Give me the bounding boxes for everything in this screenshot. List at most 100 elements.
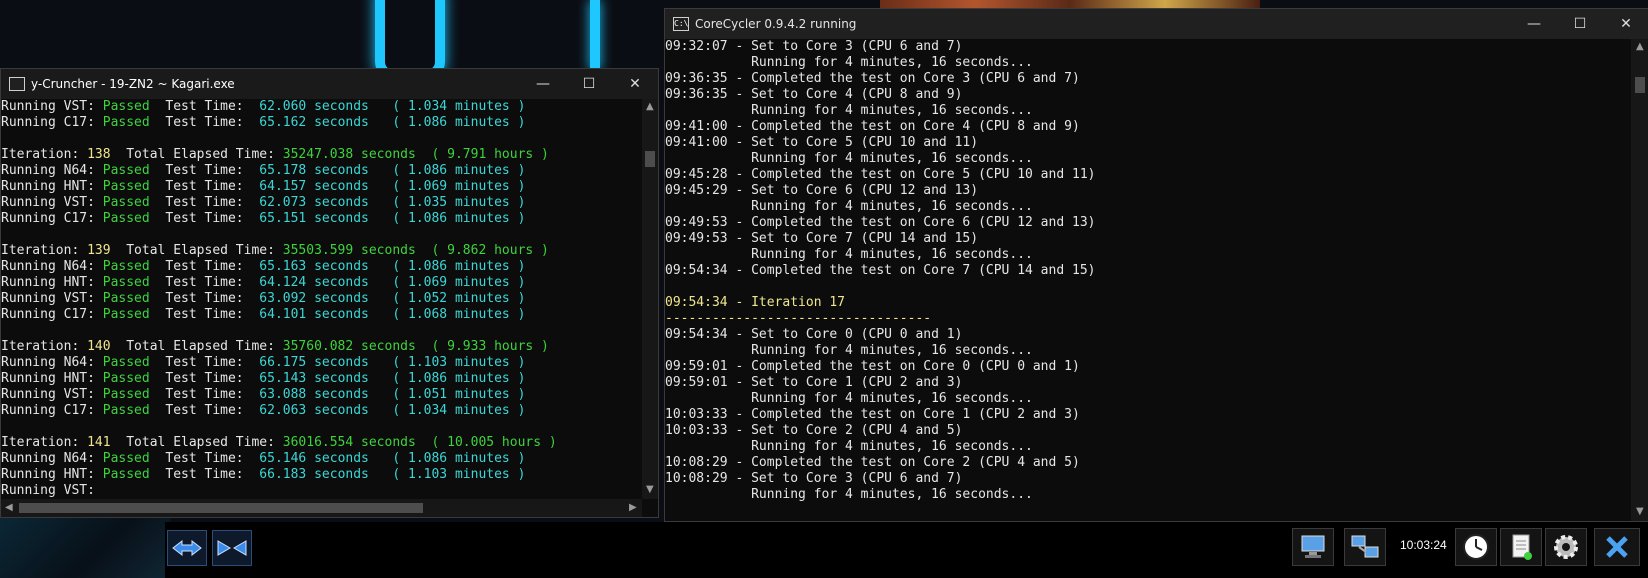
console-text-segment: Running HNT: [1, 467, 103, 482]
console-text-segment: 09:45:28 - Completed the test on Core 5 … [665, 167, 1096, 182]
clock-icon[interactable] [1455, 528, 1497, 566]
console-text-segment: 09:49:53 - Completed the test on Core 6 … [665, 215, 1096, 230]
console-text-segment: Passed [102, 211, 150, 226]
remote-desktop-icon [1301, 535, 1325, 558]
collapse-arrows-icon[interactable] [212, 530, 252, 566]
console-text-segment: Running C17: [1, 403, 103, 418]
remote-desktop-icon[interactable] [1292, 528, 1334, 566]
scroll-down-arrow-icon[interactable]: ▼ [646, 485, 654, 495]
network-computers-icon[interactable] [1344, 528, 1386, 566]
corecycler-vscroll-thumb[interactable] [1635, 77, 1645, 93]
maximize-button[interactable]: ☐ [1557, 9, 1603, 39]
console-text-segment: 62.060 seconds ( 1.034 minutes ) [259, 99, 526, 114]
close-x-icon [1606, 536, 1628, 558]
ycruncher-vertical-scrollbar[interactable]: ▲ ▼ [642, 99, 658, 499]
console-text-segment: 09:36:35 - Completed the test on Core 3 … [665, 71, 1080, 86]
ycruncher-console-line: Iteration: 139 Total Elapsed Time: 35503… [1, 243, 641, 259]
close-x-icon[interactable] [1594, 528, 1640, 566]
ycruncher-horizontal-scrollbar[interactable]: ◀ ▶ [1, 499, 642, 517]
console-text-segment: Running N64: [1, 451, 103, 466]
console-text-segment: Running VST: [1, 291, 103, 306]
corecycler-console-line: Running for 4 minutes, 16 seconds... [665, 199, 1625, 215]
console-text-segment: Test Time: [149, 259, 260, 274]
console-text-segment: Test Time: [149, 99, 260, 114]
corecycler-console-line: 10:03:33 - Set to Core 2 (CPU 4 and 5) [665, 423, 1625, 439]
console-text-segment: Running for 4 minutes, 16 seconds... [665, 151, 1033, 166]
console-text-segment: Test Time: [149, 275, 260, 290]
console-text-segment: Test Time: [149, 403, 260, 418]
ycruncher-hscroll-thumb[interactable] [19, 503, 423, 513]
notes-icon [1512, 534, 1532, 560]
console-text-segment: 09:45:29 - Set to Core 6 (CPU 12 and 13) [665, 183, 979, 198]
console-text-segment: Running N64: [1, 163, 103, 178]
ycruncher-console-line: Running N64: Passed Test Time: 65.163 se… [1, 259, 641, 275]
console-text-segment: Test Time: [149, 115, 260, 130]
ycruncher-console-line [1, 131, 641, 147]
console-text-segment: 09:41:00 - Set to Core 5 (CPU 10 and 11) [665, 135, 979, 150]
ycruncher-window[interactable]: y-Cruncher - 19-ZN2 ~ Kagari.exe — ☐ ✕ R… [0, 68, 659, 518]
console-text-segment: 09:54:34 - Completed the test on Core 7 … [665, 263, 1096, 278]
console-text-segment: 65.178 seconds ( 1.086 minutes ) [259, 163, 526, 178]
gear-icon[interactable] [1545, 528, 1587, 566]
console-text-segment: Running VST: [1, 99, 103, 114]
scroll-up-arrow-icon[interactable]: ▲ [1636, 42, 1644, 52]
corecycler-console-output[interactable]: 09:32:07 - Set to Core 3 (CPU 6 and 7) R… [665, 39, 1625, 517]
corecycler-window[interactable]: C:\ CoreCycler 0.9.4.2 running — ☐ ✕ 09:… [664, 8, 1648, 522]
close-button[interactable]: ✕ [612, 69, 658, 99]
close-button[interactable]: ✕ [1603, 9, 1648, 39]
corecycler-console-line: 09:54:34 - Iteration 17 [665, 295, 1625, 311]
ycruncher-console-line: Running VST: Passed Test Time: 63.088 se… [1, 387, 641, 403]
console-text-segment: ---------------------------------- [665, 311, 932, 326]
ycruncher-console-line: Running HNT: Passed Test Time: 64.157 se… [1, 179, 641, 195]
corecycler-console-line: 09:49:53 - Completed the test on Core 6 … [665, 215, 1625, 231]
notes-icon[interactable] [1500, 528, 1542, 566]
console-text-segment: 140 [87, 339, 111, 354]
ycruncher-console-line: Running VST: Passed Test Time: 62.060 se… [1, 99, 641, 115]
ycruncher-console-output[interactable]: Running VST: Passed Test Time: 62.060 se… [1, 99, 641, 499]
network-computers-icon [1351, 535, 1379, 558]
corecycler-console-line: 10:08:29 - Set to Core 3 (CPU 6 and 7) [665, 471, 1625, 487]
console-text-segment: 65.143 seconds ( 1.086 minutes ) [259, 371, 526, 386]
scroll-left-arrow-icon[interactable]: ◀ [5, 503, 13, 513]
minimize-button[interactable]: — [1511, 9, 1557, 39]
corecycler-console-line: ---------------------------------- [665, 311, 1625, 327]
scroll-right-arrow-icon[interactable]: ▶ [629, 503, 637, 513]
console-text-segment: Total Elapsed Time: [110, 243, 283, 258]
console-text-segment: 66.183 seconds ( 1.103 minutes ) [259, 467, 526, 482]
ycruncher-titlebar[interactable]: y-Cruncher - 19-ZN2 ~ Kagari.exe — ☐ ✕ [1, 69, 658, 99]
console-text-segment: Test Time: [149, 195, 260, 210]
console-text-segment: Passed [102, 195, 150, 210]
console-text-segment: 10:03:33 - Set to Core 2 (CPU 4 and 5) [665, 423, 963, 438]
console-text-segment: 141 [87, 435, 111, 450]
corecycler-console-line: 09:59:01 - Set to Core 1 (CPU 2 and 3) [665, 375, 1625, 391]
ycruncher-console-line: Running C17: Passed Test Time: 65.151 se… [1, 211, 641, 227]
console-text-segment: Test Time: [149, 387, 260, 402]
console-text-segment: ( 9.933 hours ) [415, 339, 549, 354]
scroll-up-arrow-icon[interactable]: ▲ [646, 102, 654, 112]
corecycler-vertical-scrollbar[interactable]: ▲ ▼ [1631, 39, 1648, 521]
console-text-segment: ( 9.862 hours ) [415, 243, 549, 258]
corecycler-console-line: Running for 4 minutes, 16 seconds... [665, 55, 1625, 71]
maximize-button[interactable]: ☐ [566, 69, 612, 99]
console-text-segment: Passed [102, 307, 150, 322]
corecycler-titlebar[interactable]: C:\ CoreCycler 0.9.4.2 running — ☐ ✕ [665, 9, 1648, 39]
console-text-segment: Test Time: [149, 467, 260, 482]
ycruncher-console-line: Running VST: [1, 483, 641, 499]
minimize-button[interactable]: — [520, 69, 566, 99]
taskbar-clock[interactable]: 10:03:24 [1400, 538, 1447, 552]
console-text-segment: Passed [102, 163, 150, 178]
console-text-segment: 09:54:34 - Iteration 17 [665, 295, 846, 310]
expand-arrows-icon[interactable] [167, 530, 207, 566]
console-text-segment: 10:03:33 - Completed the test on Core 1 … [665, 407, 1080, 422]
console-text-segment: Running for 4 minutes, 16 seconds... [665, 439, 1033, 454]
console-text-segment: Test Time: [149, 307, 260, 322]
corecycler-console-line: Running for 4 minutes, 16 seconds... [665, 247, 1625, 263]
clock-icon [1463, 534, 1489, 560]
console-text-segment: Running C17: [1, 211, 103, 226]
ycruncher-window-title: y-Cruncher - 19-ZN2 ~ Kagari.exe [31, 77, 235, 91]
console-text-segment: Test Time: [149, 355, 260, 370]
console-text-segment: 64.157 seconds ( 1.069 minutes ) [259, 179, 526, 194]
scroll-down-arrow-icon[interactable]: ▼ [1636, 507, 1644, 517]
ycruncher-vscroll-thumb[interactable] [645, 151, 655, 167]
ycruncher-console-line: Running HNT: Passed Test Time: 66.183 se… [1, 467, 641, 483]
